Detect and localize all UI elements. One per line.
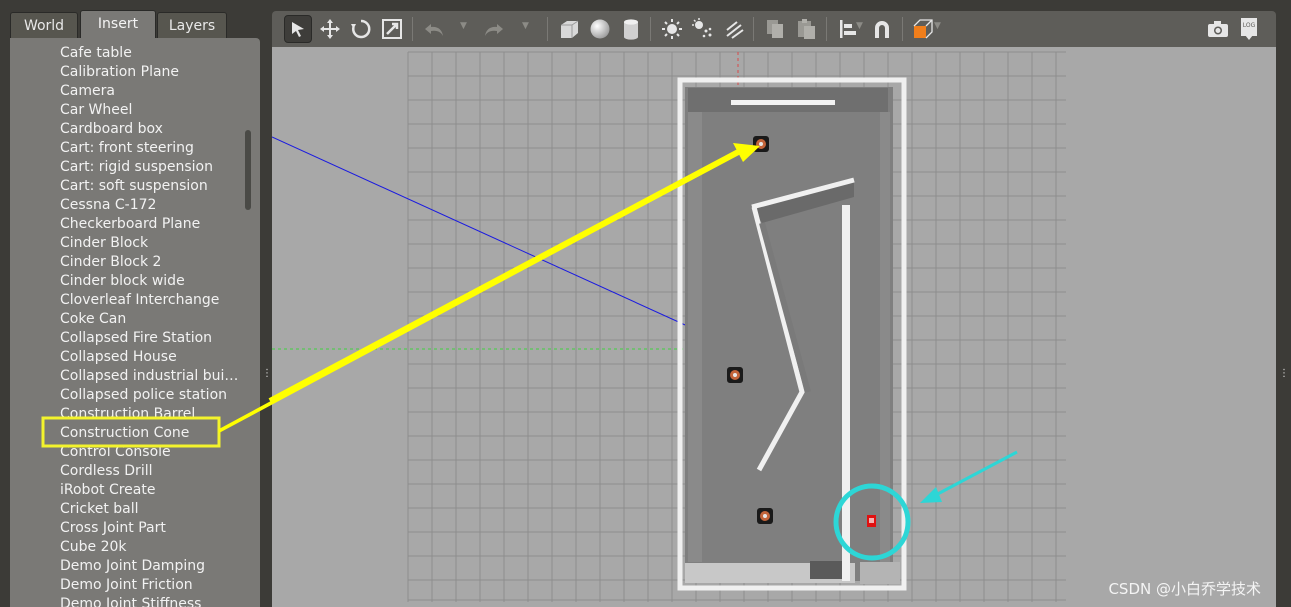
list-item[interactable]: Demo Joint Damping xyxy=(60,557,240,576)
list-item[interactable]: Checkerboard Plane xyxy=(60,215,240,234)
list-item[interactable]: Camera xyxy=(60,82,240,101)
scene-viewport[interactable]: CSDN @小白乔学技术 xyxy=(272,47,1276,607)
paste-icon[interactable] xyxy=(792,15,820,43)
list-item[interactable]: Cart: rigid suspension xyxy=(60,158,240,177)
list-item[interactable]: Cinder Block xyxy=(60,234,240,253)
list-item[interactable]: Cardboard box xyxy=(60,120,240,139)
list-item[interactable]: Calibration Plane xyxy=(60,63,240,82)
list-item[interactable]: Cart: front steering xyxy=(60,139,240,158)
construction-cone-model[interactable] xyxy=(753,136,769,152)
list-item[interactable]: Cricket ball xyxy=(60,500,240,519)
robot-model[interactable] xyxy=(867,515,876,527)
translate-mode-icon[interactable] xyxy=(316,15,344,43)
list-item[interactable]: Collapsed House xyxy=(60,348,240,367)
toolbar-separator xyxy=(547,17,548,41)
spot-light-icon[interactable] xyxy=(689,15,717,43)
toolbar: ▼ ▼ ▼ ▼ LOG xyxy=(272,11,1276,47)
tab-world[interactable]: World xyxy=(10,12,78,38)
list-item[interactable]: Construction Barrel xyxy=(60,405,240,424)
left-panel: World Insert Layers Cafe table Calibrati… xyxy=(0,0,272,607)
tab-layers[interactable]: Layers xyxy=(157,12,227,38)
list-item[interactable]: Collapsed Fire Station xyxy=(60,329,240,348)
list-item[interactable]: iRobot Create xyxy=(60,481,240,500)
undo-icon[interactable] xyxy=(420,15,448,43)
panel-splitter-handle[interactable]: ⋮ xyxy=(262,369,272,379)
watermark: CSDN @小白乔学技术 xyxy=(1108,580,1261,598)
list-item[interactable]: Cross Joint Part xyxy=(60,519,240,538)
list-item-construction-cone[interactable]: Construction Cone xyxy=(60,424,240,443)
list-item[interactable]: Demo Joint Stiffness xyxy=(60,595,240,607)
chevron-down-icon[interactable]: ▼ xyxy=(934,21,941,31)
log-label: LOG xyxy=(1243,22,1256,29)
list-item[interactable]: Cinder block wide xyxy=(60,272,240,291)
chevron-down-icon[interactable]: ▼ xyxy=(856,21,863,31)
list-item[interactable]: Collapsed industrial buil… xyxy=(60,367,240,386)
scene-canvas[interactable] xyxy=(272,47,1276,607)
model-list[interactable]: Cafe table Calibration Plane Camera Car … xyxy=(10,38,260,607)
list-item[interactable]: Collapsed police station xyxy=(60,386,240,405)
copy-icon[interactable] xyxy=(761,15,789,43)
list-item[interactable]: Demo Joint Friction xyxy=(60,576,240,595)
toolbar-separator xyxy=(753,17,754,41)
rotate-mode-icon[interactable] xyxy=(347,15,375,43)
list-item[interactable]: Cloverleaf Interchange xyxy=(60,291,240,310)
log-icon[interactable]: LOG xyxy=(1235,15,1263,43)
cylinder-shape-icon[interactable] xyxy=(617,15,645,43)
tab-insert[interactable]: Insert xyxy=(80,10,156,38)
list-item[interactable]: Coke Can xyxy=(60,310,240,329)
z-axis-line xyxy=(272,136,739,350)
list-scrollbar[interactable] xyxy=(245,130,251,210)
chevron-down-icon[interactable]: ▼ xyxy=(460,21,467,31)
toolbar-separator xyxy=(902,17,903,41)
snap-magnet-icon[interactable] xyxy=(868,15,896,43)
select-mode-icon[interactable] xyxy=(284,15,312,43)
scale-mode-icon[interactable] xyxy=(378,15,406,43)
point-light-icon[interactable] xyxy=(658,15,686,43)
list-item[interactable]: Cessna C-172 xyxy=(60,196,240,215)
list-item[interactable]: Control Console xyxy=(60,443,240,462)
list-item[interactable]: Cube 20k xyxy=(60,538,240,557)
list-item[interactable]: Cordless Drill xyxy=(60,462,240,481)
list-item[interactable]: Cart: soft suspension xyxy=(60,177,240,196)
redo-icon[interactable] xyxy=(480,15,508,43)
chevron-down-icon[interactable]: ▼ xyxy=(522,21,529,31)
toolbar-separator xyxy=(412,17,413,41)
sphere-shape-icon[interactable] xyxy=(586,15,614,43)
construction-cone-model[interactable] xyxy=(727,367,743,383)
construction-cone-model[interactable] xyxy=(757,508,773,524)
cyan-arrow-head xyxy=(920,487,942,503)
screenshot-camera-icon[interactable] xyxy=(1204,15,1232,43)
box-shape-icon[interactable] xyxy=(555,15,583,43)
list-item[interactable]: Car Wheel xyxy=(60,101,240,120)
toolbar-separator xyxy=(826,17,827,41)
toolbar-separator xyxy=(650,17,651,41)
panel-splitter-handle[interactable]: ⋮ xyxy=(1279,369,1289,379)
cyan-arrow-shaft xyxy=(931,450,1018,499)
directional-light-icon[interactable] xyxy=(720,15,748,43)
list-item[interactable]: Cafe table xyxy=(60,44,240,63)
list-item[interactable]: Cinder Block 2 xyxy=(60,253,240,272)
